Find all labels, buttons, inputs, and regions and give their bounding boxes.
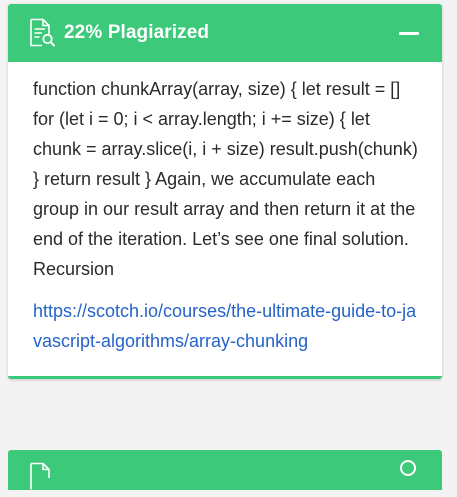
matched-text: function chunkArray(array, size) { let r… <box>33 79 418 279</box>
source-link[interactable]: https://scotch.io/courses/the-ultimate-g… <box>33 296 420 356</box>
document-search-icon <box>28 462 56 492</box>
document-search-icon <box>28 18 56 48</box>
plagiarism-result-card: 22% Plagiarized function chunkArray(arra… <box>8 4 442 379</box>
next-result-card-header[interactable] <box>8 450 442 490</box>
minus-icon <box>399 31 419 35</box>
card-header[interactable]: 22% Plagiarized <box>8 4 442 62</box>
card-body: function chunkArray(array, size) { let r… <box>8 62 442 379</box>
plagiarism-percentage-title: 22% Plagiarized <box>64 22 210 43</box>
expand-toggle-icon[interactable] <box>400 460 416 476</box>
collapse-button[interactable] <box>396 20 422 46</box>
